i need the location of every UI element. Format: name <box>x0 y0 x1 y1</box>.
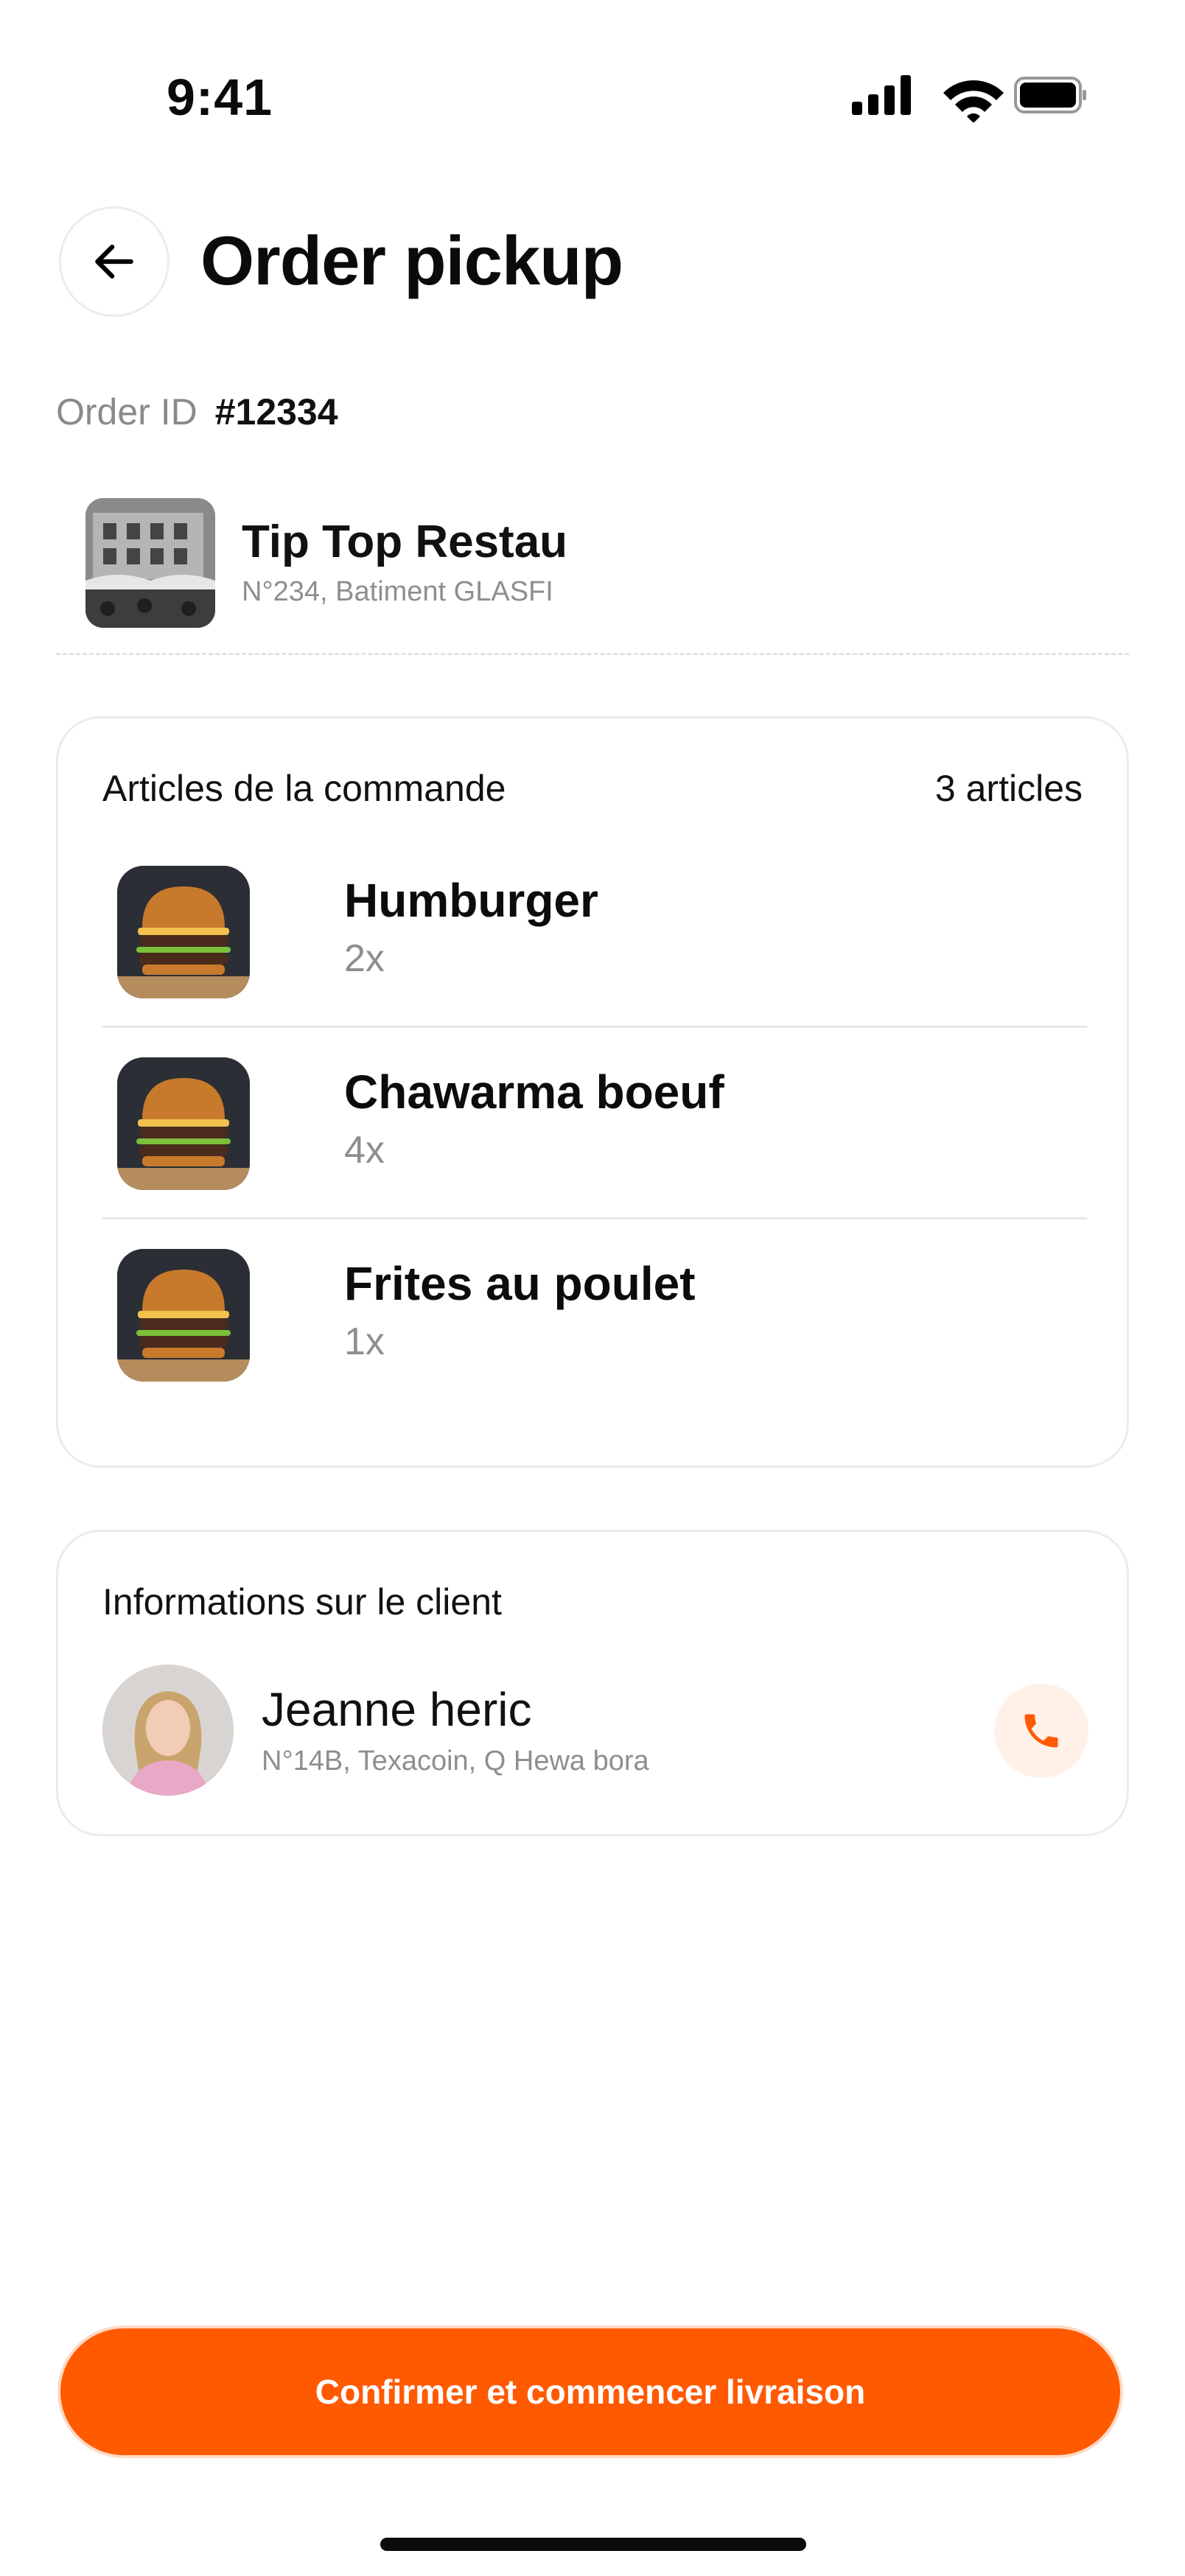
burger-thumbnail <box>117 1249 250 1382</box>
avatar <box>102 1665 234 1796</box>
restaurant-thumbnail <box>85 498 215 628</box>
client-address: N°14B, Texacoin, Q Hewa bora <box>262 1746 649 1777</box>
status-time: 9:41 <box>167 69 273 126</box>
wifi-icon <box>943 80 1004 123</box>
burger-thumbnail <box>117 866 250 998</box>
list-item[interactable]: Frites au poulet 1x <box>102 1219 1087 1411</box>
article-quantity: 2x <box>344 937 385 980</box>
order-id-value: #12334 <box>214 391 338 433</box>
confirm-delivery-button[interactable]: Confirmer et commencer livraison <box>57 2325 1123 2458</box>
home-indicator <box>380 2538 806 2551</box>
client-card: Informations sur le client Jeanne heric … <box>56 1530 1129 1836</box>
restaurant-name: Tip Top Restau <box>242 517 568 567</box>
article-name: Chawarma boeuf <box>344 1065 724 1119</box>
article-name: Humburger <box>344 874 598 927</box>
battery-icon <box>1014 77 1086 113</box>
article-name: Frites au poulet <box>344 1257 696 1310</box>
list-item[interactable]: Chawarma boeuf 4x <box>102 1028 1087 1219</box>
status-icons <box>852 71 1088 123</box>
order-id-label: Order ID <box>56 391 198 433</box>
client-title: Informations sur le client <box>102 1581 502 1623</box>
articles-title: Articles de la commande <box>102 768 506 809</box>
page-title: Order pickup <box>200 222 623 299</box>
dashed-divider <box>56 653 1129 655</box>
phone-icon <box>1024 1714 1058 1748</box>
order-id-row: Order ID #12334 <box>56 391 338 433</box>
arrow-left-icon <box>95 245 133 279</box>
list-item[interactable]: Humburger 2x <box>102 836 1087 1028</box>
articles-count: 3 articles <box>934 768 1083 809</box>
back-button[interactable] <box>59 206 169 317</box>
burger-thumbnail <box>117 1057 250 1190</box>
article-quantity: 1x <box>344 1320 385 1363</box>
article-quantity: 4x <box>344 1129 385 1172</box>
call-button[interactable] <box>994 1684 1088 1778</box>
articles-card: Articles de la commande 3 articles Humbu… <box>56 716 1129 1468</box>
client-name: Jeanne heric <box>262 1683 532 1736</box>
restaurant-address: N°234, Batiment GLASFI <box>242 576 553 607</box>
cellular-signal-icon <box>852 75 911 115</box>
